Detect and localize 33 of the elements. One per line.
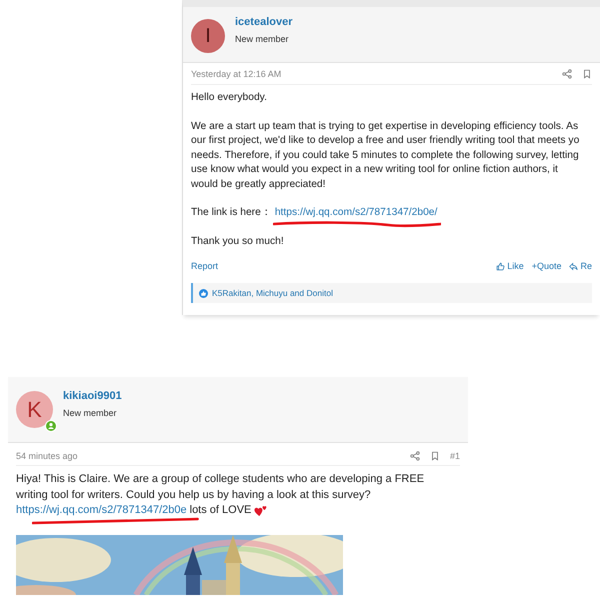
bookmark-icon[interactable] <box>582 69 592 79</box>
username-link[interactable]: icetealover <box>235 16 292 28</box>
post-text: use know what would you expect in a new writing tool for online fiction authors, it <box>191 163 559 177</box>
reply-icon <box>569 262 578 270</box>
avatar[interactable]: I <box>191 19 225 53</box>
post-number-link[interactable]: #1 <box>450 451 460 461</box>
post-text: Thank you so much! <box>191 234 285 248</box>
bookmark-icon[interactable] <box>430 451 440 461</box>
post-time[interactable]: 54 minutes ago <box>16 451 78 461</box>
action-link[interactable]: Like <box>507 261 524 271</box>
share-icon[interactable] <box>562 69 572 79</box>
reaction-names-link[interactable]: K5Rakitan, Michuyu and Donitol <box>212 288 333 298</box>
post-text: needs. Therefore, if you could take 5 minutes to complete the following survey, letting <box>191 148 580 162</box>
post-time[interactable]: Yesterday at 12:16 AM <box>191 69 282 79</box>
post-text: would be greatly appreciated! <box>191 178 327 192</box>
like-reaction-icon <box>199 288 208 298</box>
username-link[interactable]: kikiaoi9901 <box>63 390 122 402</box>
user-role: New member <box>235 34 290 44</box>
report-link[interactable]: Report <box>191 261 218 271</box>
user-role: New member <box>63 408 118 418</box>
survey-link[interactable]: https://wj.qq.com/s2/7871347/2b0e/ <box>274 207 438 218</box>
post-text: our first project, we'd like to develop a free and user friendly writing tool that meets yo <box>191 134 580 148</box>
post-text: The link is here： <box>191 206 271 220</box>
post-text: We are a start up team that is trying to get expertise in developing efficiency tools. As <box>191 120 580 134</box>
hearts-icon <box>254 504 268 517</box>
share-icon[interactable] <box>410 451 420 461</box>
action-link[interactable]: +Quote <box>532 261 562 271</box>
action-link[interactable]: Re <box>580 261 592 271</box>
thumbs-up-icon <box>496 262 506 270</box>
survey-link[interactable]: https://wj.qq.com/s2/7871347/2b0e <box>16 504 187 516</box>
post-text: lots of LOVE <box>190 503 252 518</box>
post-text: Hello everybody. <box>191 91 268 105</box>
post-text: Hiya! This is Claire. We are a group of college students who are developing a FREE writing tool for writers. Could you help us by having a look at this survey? <box>16 472 426 502</box>
